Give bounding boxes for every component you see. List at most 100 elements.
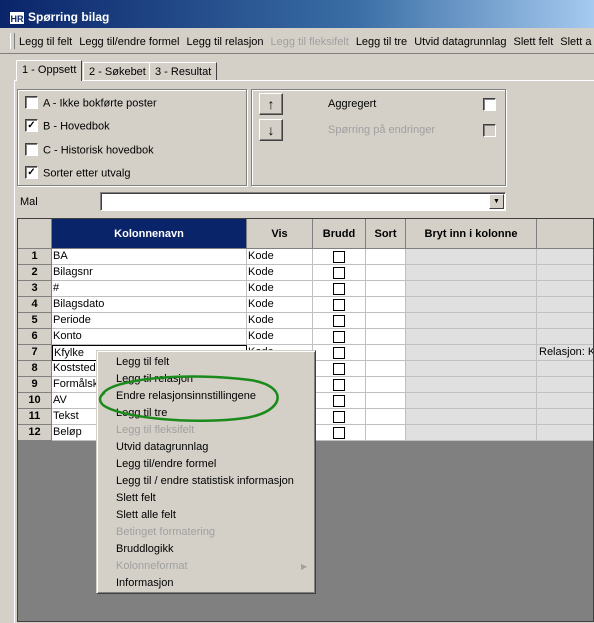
cell-extra[interactable] bbox=[537, 329, 593, 345]
toolbar-legg-til-fleksifelt[interactable]: Legg til fleksifelt bbox=[271, 36, 349, 48]
option-a-checkbox[interactable] bbox=[25, 96, 38, 109]
toolbar-slett-felt[interactable]: Slett felt bbox=[514, 36, 554, 48]
menu-item-legg-til-tre[interactable]: Legg til tre bbox=[116, 405, 167, 422]
cell-sort[interactable] bbox=[366, 297, 406, 313]
toolbar-legg-til-tre[interactable]: Legg til tre bbox=[356, 36, 407, 48]
row-number[interactable]: 4 bbox=[18, 297, 52, 313]
menu-item-informasjon[interactable]: Informasjon bbox=[116, 575, 173, 592]
menu-item-utvid-datagrunnlag[interactable]: Utvid datagrunnlag bbox=[116, 439, 208, 456]
menu-item-kolonneformat[interactable]: Kolonneformat ▶ bbox=[116, 558, 307, 575]
cell-kolonnenavn[interactable]: Bilagsdato bbox=[52, 297, 247, 313]
brudd-checkbox[interactable] bbox=[333, 379, 345, 391]
brudd-checkbox[interactable] bbox=[333, 331, 345, 343]
cell-kolonnenavn[interactable]: # bbox=[52, 281, 247, 297]
menu-item-legg-til-relasjon[interactable]: Legg til relasjon bbox=[116, 371, 193, 388]
cell-brudd[interactable] bbox=[313, 281, 366, 297]
option-c-row[interactable]: C - Historisk hovedbok bbox=[25, 143, 154, 158]
brudd-checkbox[interactable] bbox=[333, 347, 345, 359]
cell-brudd[interactable] bbox=[313, 329, 366, 345]
move-up-button[interactable]: ↑ bbox=[259, 93, 283, 115]
table-row[interactable]: 6 Konto Kode bbox=[18, 329, 593, 345]
cell-bryt[interactable] bbox=[406, 409, 537, 425]
row-number[interactable]: 6 bbox=[18, 329, 52, 345]
row-number[interactable]: 11 bbox=[18, 409, 52, 425]
cell-sort[interactable] bbox=[366, 281, 406, 297]
cell-bryt[interactable] bbox=[406, 313, 537, 329]
header-bryt[interactable]: Bryt inn i kolonne bbox=[406, 219, 537, 249]
cell-vis[interactable]: Kode bbox=[247, 265, 313, 281]
cell-extra[interactable] bbox=[537, 393, 593, 409]
cell-sort[interactable] bbox=[366, 361, 406, 377]
cell-bryt[interactable] bbox=[406, 425, 537, 441]
cell-bryt[interactable] bbox=[406, 249, 537, 265]
row-number[interactable]: 10 bbox=[18, 393, 52, 409]
menu-item-slett-alle-felt[interactable]: Slett alle felt bbox=[116, 507, 176, 524]
brudd-checkbox[interactable] bbox=[333, 395, 345, 407]
menu-item-legg-til-felt[interactable]: Legg til felt bbox=[116, 354, 169, 371]
toolbar-legg-til-felt[interactable]: Legg til felt bbox=[19, 36, 72, 48]
row-number[interactable]: 12 bbox=[18, 425, 52, 441]
cell-vis[interactable]: Kode bbox=[247, 313, 313, 329]
cell-extra[interactable] bbox=[537, 313, 593, 329]
header-vis[interactable]: Vis bbox=[247, 219, 313, 249]
cell-kolonnenavn[interactable]: Periode bbox=[52, 313, 247, 329]
cell-bryt[interactable] bbox=[406, 361, 537, 377]
cell-kolonnenavn[interactable]: Konto bbox=[52, 329, 247, 345]
cell-extra[interactable] bbox=[537, 361, 593, 377]
menu-item-slett-felt[interactable]: Slett felt bbox=[116, 490, 156, 507]
tab-resultat[interactable]: 3 - Resultat bbox=[149, 62, 218, 80]
brudd-checkbox[interactable] bbox=[333, 411, 345, 423]
header-extra[interactable] bbox=[537, 219, 593, 249]
brudd-checkbox[interactable] bbox=[333, 267, 345, 279]
cell-brudd[interactable] bbox=[313, 345, 366, 361]
row-number[interactable]: 1 bbox=[18, 249, 52, 265]
menu-item-betinget-formatering[interactable]: Betinget formatering bbox=[116, 524, 215, 541]
option-b-row[interactable]: ✓ B - Hovedbok bbox=[25, 119, 110, 134]
cell-bryt[interactable] bbox=[406, 281, 537, 297]
cell-extra[interactable] bbox=[537, 265, 593, 281]
cell-extra[interactable] bbox=[537, 281, 593, 297]
table-row[interactable]: 4 Bilagsdato Kode bbox=[18, 297, 593, 313]
menu-item-endre-relasjonsinnstillingene[interactable]: Endre relasjonsinnstillingene bbox=[116, 388, 256, 405]
cell-extra[interactable] bbox=[537, 249, 593, 265]
toolbar-legg-til-relasjon[interactable]: Legg til relasjon bbox=[186, 36, 263, 48]
cell-sort[interactable] bbox=[366, 313, 406, 329]
option-b-checkbox[interactable]: ✓ bbox=[25, 119, 38, 132]
toolbar-legg-til-endre-formel[interactable]: Legg til/endre formel bbox=[79, 36, 179, 48]
cell-sort[interactable] bbox=[366, 329, 406, 345]
cell-brudd[interactable] bbox=[313, 425, 366, 441]
cell-brudd[interactable] bbox=[313, 313, 366, 329]
mal-combobox[interactable]: ▼ bbox=[100, 192, 506, 211]
brudd-checkbox[interactable] bbox=[333, 363, 345, 375]
brudd-checkbox[interactable] bbox=[333, 283, 345, 295]
sporring-endringer-checkbox[interactable] bbox=[483, 124, 496, 137]
table-row[interactable]: 5 Periode Kode bbox=[18, 313, 593, 329]
cell-brudd[interactable] bbox=[313, 377, 366, 393]
header-brudd[interactable]: Brudd bbox=[313, 219, 366, 249]
toolbar-slett-alle[interactable]: Slett a bbox=[560, 36, 591, 48]
cell-brudd[interactable] bbox=[313, 393, 366, 409]
cell-extra[interactable] bbox=[537, 409, 593, 425]
cell-vis[interactable]: Kode bbox=[247, 281, 313, 297]
cell-sort[interactable] bbox=[366, 409, 406, 425]
row-number[interactable]: 9 bbox=[18, 377, 52, 393]
cell-vis[interactable]: Kode bbox=[247, 297, 313, 313]
row-number[interactable]: 8 bbox=[18, 361, 52, 377]
table-row[interactable]: 2 Bilagsnr Kode bbox=[18, 265, 593, 281]
sorter-row[interactable]: ✓ Sorter etter utvalg bbox=[25, 166, 130, 181]
cell-sort[interactable] bbox=[366, 265, 406, 281]
cell-sort[interactable] bbox=[366, 377, 406, 393]
header-kolonnenavn[interactable]: Kolonnenavn bbox=[52, 219, 247, 249]
menu-item-bruddlogikk[interactable]: Bruddlogikk bbox=[116, 541, 173, 558]
cell-brudd[interactable] bbox=[313, 265, 366, 281]
brudd-checkbox[interactable] bbox=[333, 299, 345, 311]
cell-extra[interactable] bbox=[537, 425, 593, 441]
toolbar-utvid-datagrunnlag[interactable]: Utvid datagrunnlag bbox=[414, 36, 506, 48]
cell-sort[interactable] bbox=[366, 249, 406, 265]
cell-kolonnenavn[interactable]: BA bbox=[52, 249, 247, 265]
cell-sort[interactable] bbox=[366, 393, 406, 409]
cell-bryt[interactable] bbox=[406, 393, 537, 409]
row-number[interactable]: 7 bbox=[18, 345, 52, 361]
tab-sokebet[interactable]: 2 - Søkebet bbox=[83, 62, 152, 80]
toolbar-grip[interactable] bbox=[10, 33, 15, 49]
